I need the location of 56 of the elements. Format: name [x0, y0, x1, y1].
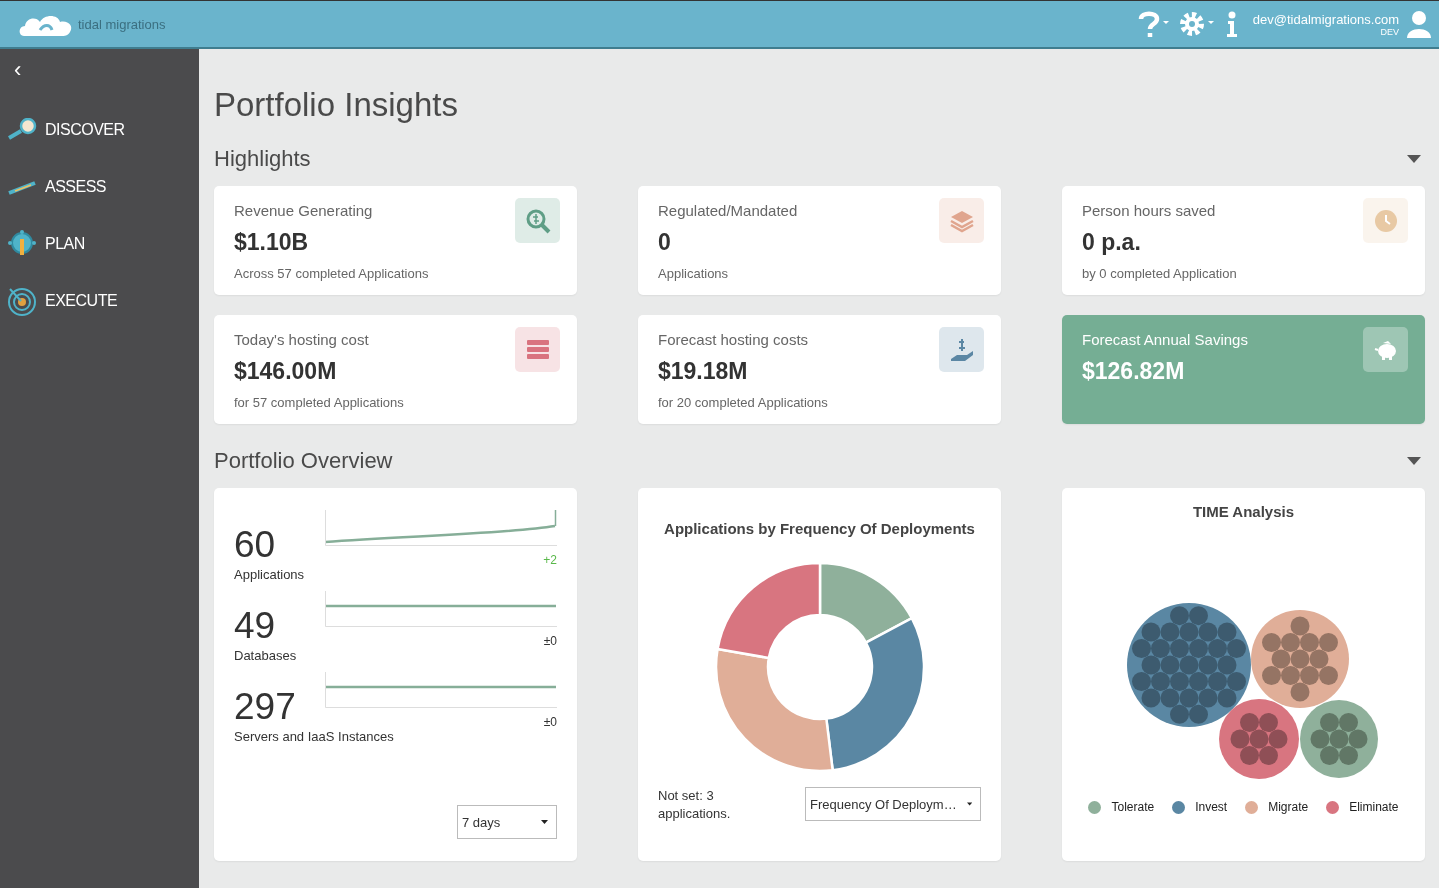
target-icon	[7, 285, 37, 316]
logo-text: tidal migrations	[78, 16, 166, 32]
count-label: Servers and IaaS Instances	[234, 728, 394, 744]
card-value: 0 p.a.	[1082, 229, 1142, 256]
card-value: $146.00M	[234, 358, 338, 385]
page-title: Portfolio Insights	[214, 86, 459, 124]
card-value: $19.18M	[658, 358, 749, 385]
count-label: Databases	[234, 647, 297, 663]
chart-title: TIME Analysis	[1192, 503, 1295, 520]
sidebar-item[interactable]: DISCOVER	[0, 101, 199, 158]
not-set-note: Not set: 3 applications.	[658, 787, 732, 823]
legend-label: Invest	[1195, 800, 1228, 814]
count-label: Applications	[234, 566, 305, 582]
legend-label: Tolerate	[1111, 800, 1155, 814]
magnifier-dollar-icon	[524, 207, 551, 234]
magnifier-icon	[7, 117, 37, 142]
caret-icon	[541, 820, 548, 824]
card-note: Applications	[658, 266, 730, 281]
section-title: Portfolio Overview	[214, 448, 393, 474]
count-value: 49	[234, 607, 277, 646]
card-note: for 20 completed Applications	[658, 395, 828, 410]
card-note: for 57 completed Applications	[234, 395, 404, 410]
count-delta: ±0	[543, 634, 557, 648]
help-menu-button[interactable]	[1136, 10, 1171, 38]
caret-icon	[966, 802, 972, 806]
sidebar-item[interactable]: EXECUTE	[0, 272, 199, 329]
period-select[interactable]: 7 days	[457, 805, 557, 839]
card-title: Revenue Generating	[234, 202, 374, 219]
card-note: Across 57 completed Applications	[234, 266, 429, 281]
card-title: Person hours saved	[1082, 202, 1217, 219]
clock-icon	[1372, 207, 1399, 234]
settings-menu-button[interactable]	[1178, 10, 1217, 38]
count-value: 60	[234, 526, 277, 565]
card-value: $126.82M	[1082, 358, 1186, 385]
info-button[interactable]	[1224, 10, 1239, 38]
user-role: DEV	[1380, 26, 1399, 37]
count-delta: ±0	[543, 715, 557, 729]
card-title: Forecast hosting costs	[658, 331, 810, 348]
chart-title: Applications by Frequency Of Deployments	[664, 520, 975, 537]
count-delta: +2	[543, 553, 557, 567]
legend-label: Eliminate	[1349, 800, 1399, 814]
legend-label: Migrate	[1268, 800, 1309, 814]
collapse-sidebar-button[interactable]: ‹	[0, 57, 40, 81]
count-value: 297	[234, 688, 297, 727]
sidebar-item[interactable]: ASSESS	[0, 158, 199, 215]
section-title: Highlights	[214, 146, 311, 172]
card-value: 0	[658, 229, 672, 256]
sidebar-item[interactable]: PLAN	[0, 215, 199, 272]
user-avatar-icon[interactable]	[1407, 10, 1431, 38]
grouping-select[interactable]: Frequency Of Deploym…	[805, 787, 981, 821]
card-title: Today's hosting cost	[234, 331, 370, 348]
card-note: by 0 completed Application	[1082, 266, 1237, 281]
card-title: Forecast Annual Savings	[1082, 331, 1248, 348]
hand-dollar-icon	[948, 336, 975, 363]
card-title: Regulated/Mandated	[658, 202, 798, 219]
card-value: $1.10B	[234, 229, 310, 256]
